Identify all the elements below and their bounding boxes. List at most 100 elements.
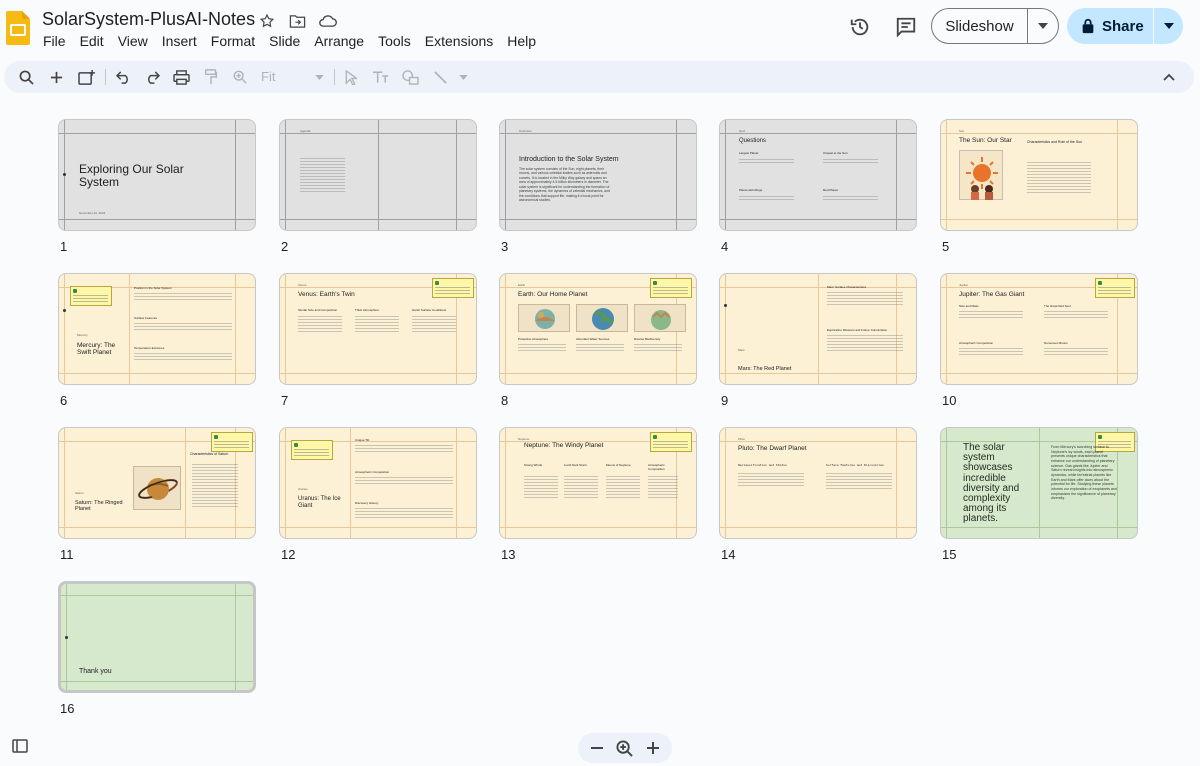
slide-thumbnail-12[interactable]: Uranus Uranus: The Ice Giant Unique Tilt…: [279, 427, 477, 562]
slideshow-label[interactable]: Slideshow: [932, 18, 1027, 35]
slideshow-button[interactable]: Slideshow: [931, 8, 1059, 44]
paint-format-icon[interactable]: [201, 67, 221, 87]
slide-preview[interactable]: Saturn Saturn: The Ringed Planet Charact…: [58, 427, 256, 539]
slide-preview[interactable]: Earth Earth: Our Home Planet Protective …: [499, 273, 697, 385]
share-button[interactable]: Share: [1067, 8, 1183, 44]
comments-icon[interactable]: [893, 14, 919, 40]
slide-preview[interactable]: Overview Introduction to the Solar Syste…: [499, 119, 697, 231]
shape-icon[interactable]: [400, 67, 420, 87]
slideshow-options-chevron-icon[interactable]: [1028, 23, 1058, 29]
slide-preview[interactable]: Uranus Uranus: The Ice Giant Unique Tilt…: [279, 427, 477, 539]
zoom-select-chevron-icon[interactable]: [309, 67, 329, 87]
slide-thumbnail-5[interactable]: Sun The Sun: Our Star Characteristics an…: [940, 119, 1138, 254]
slide-preview[interactable]: Pluto Pluto: The Dwarf Planet Reclassifi…: [719, 427, 917, 539]
zoom-in-icon[interactable]: [646, 741, 660, 755]
text-box-icon[interactable]: [370, 67, 390, 87]
document-title[interactable]: SolarSystem-PlusAI-Notes: [42, 9, 255, 30]
menu-file[interactable]: File: [36, 31, 73, 51]
slide-header: Earth: [518, 283, 526, 287]
slide-number: 13: [501, 547, 516, 562]
menu-view[interactable]: View: [111, 31, 155, 51]
line-icon[interactable]: [430, 67, 450, 87]
slide-thumbnail-16[interactable]: Thank you 16: [58, 581, 256, 716]
slide-preview[interactable]: Sun The Sun: Our Star Characteristics an…: [940, 119, 1138, 231]
slide-title: Pluto: The Dwarf Planet: [738, 445, 807, 452]
slide-grid: Exploring Our Solar System November 22, …: [0, 95, 1200, 736]
menu-extensions[interactable]: Extensions: [418, 31, 500, 51]
menu-tools[interactable]: Tools: [371, 31, 418, 51]
slides-logo-icon[interactable]: [6, 11, 30, 45]
slide-preview[interactable]: Quiz Questions Largest Planet Closest to…: [719, 119, 917, 231]
slide-subheading: Reclassification and Status: [738, 463, 787, 467]
slide-preview[interactable]: Venus Venus: Earth's Twin Similar Size a…: [279, 273, 477, 385]
new-slide-plus-icon[interactable]: [46, 67, 66, 87]
speaker-note-sticky: [650, 432, 692, 452]
slide-thumbnail-13[interactable]: Neptune Neptune: The Windy Planet Strong…: [499, 427, 697, 562]
slide-preview-selected[interactable]: Thank you: [58, 581, 256, 693]
slide-preview[interactable]: Neptune Neptune: The Windy Planet Strong…: [499, 427, 697, 539]
slide-thumbnail-7[interactable]: Venus Venus: Earth's Twin Similar Size a…: [279, 273, 477, 408]
slide-subheading: Mars' Surface Characteristics: [827, 285, 867, 289]
earth-globe-illustration: [576, 304, 628, 332]
slide-header: Jupiter: [959, 283, 969, 287]
search-menus-icon[interactable]: [16, 67, 36, 87]
slide-title: Exploring Our Solar System: [79, 162, 184, 190]
slide-preview[interactable]: Agenda: [279, 119, 477, 231]
version-history-icon[interactable]: [847, 14, 873, 40]
slide-thumbnail-14[interactable]: Pluto Pluto: The Dwarf Planet Reclassifi…: [719, 427, 917, 562]
speaker-note-sticky: [1095, 278, 1135, 298]
slide-thumbnail-15[interactable]: The solar system showcases incredible di…: [940, 427, 1138, 562]
slide-thumbnail-8[interactable]: Earth Earth: Our Home Planet Protective …: [499, 273, 697, 408]
zoom-magnifier-icon[interactable]: [616, 739, 634, 757]
menu-edit[interactable]: Edit: [73, 31, 111, 51]
collapse-toolbar-chevron-icon[interactable]: [1159, 67, 1179, 87]
slide-thumbnail-9[interactable]: Mars Mars: The Red Planet Mars' Surface …: [719, 273, 917, 408]
line-options-chevron-icon[interactable]: [453, 67, 473, 87]
slide-preview[interactable]: Mars Mars: The Red Planet Mars' Surface …: [719, 273, 917, 385]
print-icon[interactable]: [171, 67, 191, 87]
new-slide-layout-icon[interactable]: [76, 67, 96, 87]
zoom-out-icon[interactable]: [590, 741, 604, 755]
menu-help[interactable]: Help: [500, 31, 543, 51]
slides-app: SolarSystem-PlusAI-Notes File Edit View …: [0, 0, 1200, 766]
select-cursor-icon[interactable]: [341, 67, 361, 87]
redo-icon[interactable]: [142, 67, 162, 87]
slide-thumbnail-11[interactable]: Saturn Saturn: The Ringed Planet Charact…: [58, 427, 256, 562]
star-icon[interactable]: [256, 11, 278, 31]
cloud-status-icon[interactable]: [316, 11, 338, 31]
slide-title: The solar system showcases incredible di…: [963, 442, 1020, 525]
slide-preview[interactable]: Jupiter Jupiter: The Gas Giant Size and …: [940, 273, 1138, 385]
slide-subheading: Characteristics of Saturn: [190, 452, 229, 456]
slide-thumbnail-4[interactable]: Quiz Questions Largest Planet Closest to…: [719, 119, 917, 254]
filmstrip-view-icon[interactable]: [12, 739, 28, 758]
menu-slide[interactable]: Slide: [262, 31, 307, 51]
biodiversity-illustration: [634, 304, 686, 332]
slide-thumbnail-3[interactable]: Overview Introduction to the Solar Syste…: [499, 119, 697, 254]
slide-thumbnail-2[interactable]: Agenda 2: [279, 119, 477, 254]
slide-subheading: Surface Features and Discoveries: [826, 463, 884, 467]
menu-arrange[interactable]: Arrange: [307, 31, 371, 51]
slide-header: Uranus: [298, 487, 308, 491]
slide-title: Introduction to the Solar System: [519, 156, 619, 163]
slide-preview[interactable]: Mercury Mercury: The Swift Planet Positi…: [58, 273, 256, 385]
undo-icon[interactable]: [113, 67, 133, 87]
slide-preview[interactable]: Exploring Our Solar System November 22, …: [58, 119, 256, 231]
slide-subheading: Size and Mass: [959, 304, 979, 308]
zoom-icon[interactable]: [230, 67, 250, 87]
slide-thumbnail-10[interactable]: Jupiter Jupiter: The Gas Giant Size and …: [940, 273, 1138, 408]
slide-title: Mars: The Red Planet: [738, 366, 792, 372]
slide-preview[interactable]: The solar system showcases incredible di…: [940, 427, 1138, 539]
slide-title: Earth: Our Home Planet: [518, 291, 588, 298]
slide-title: Neptune: The Windy Planet: [524, 442, 604, 449]
zoom-select[interactable]: Fit: [261, 69, 275, 84]
share-options-chevron-icon[interactable]: [1154, 23, 1183, 29]
slide-thumbnail-6[interactable]: Mercury Mercury: The Swift Planet Positi…: [58, 273, 256, 408]
slide-header: Mars: [738, 348, 745, 352]
slide-title: Venus: Earth's Twin: [298, 291, 355, 298]
slide-thumbnail-1[interactable]: Exploring Our Solar System November 22, …: [58, 119, 256, 254]
lock-icon: [1082, 18, 1094, 34]
menu-insert[interactable]: Insert: [155, 31, 204, 51]
menu-format[interactable]: Format: [204, 31, 262, 51]
move-folder-icon[interactable]: [286, 11, 308, 31]
speaker-note-sticky: [291, 440, 333, 460]
